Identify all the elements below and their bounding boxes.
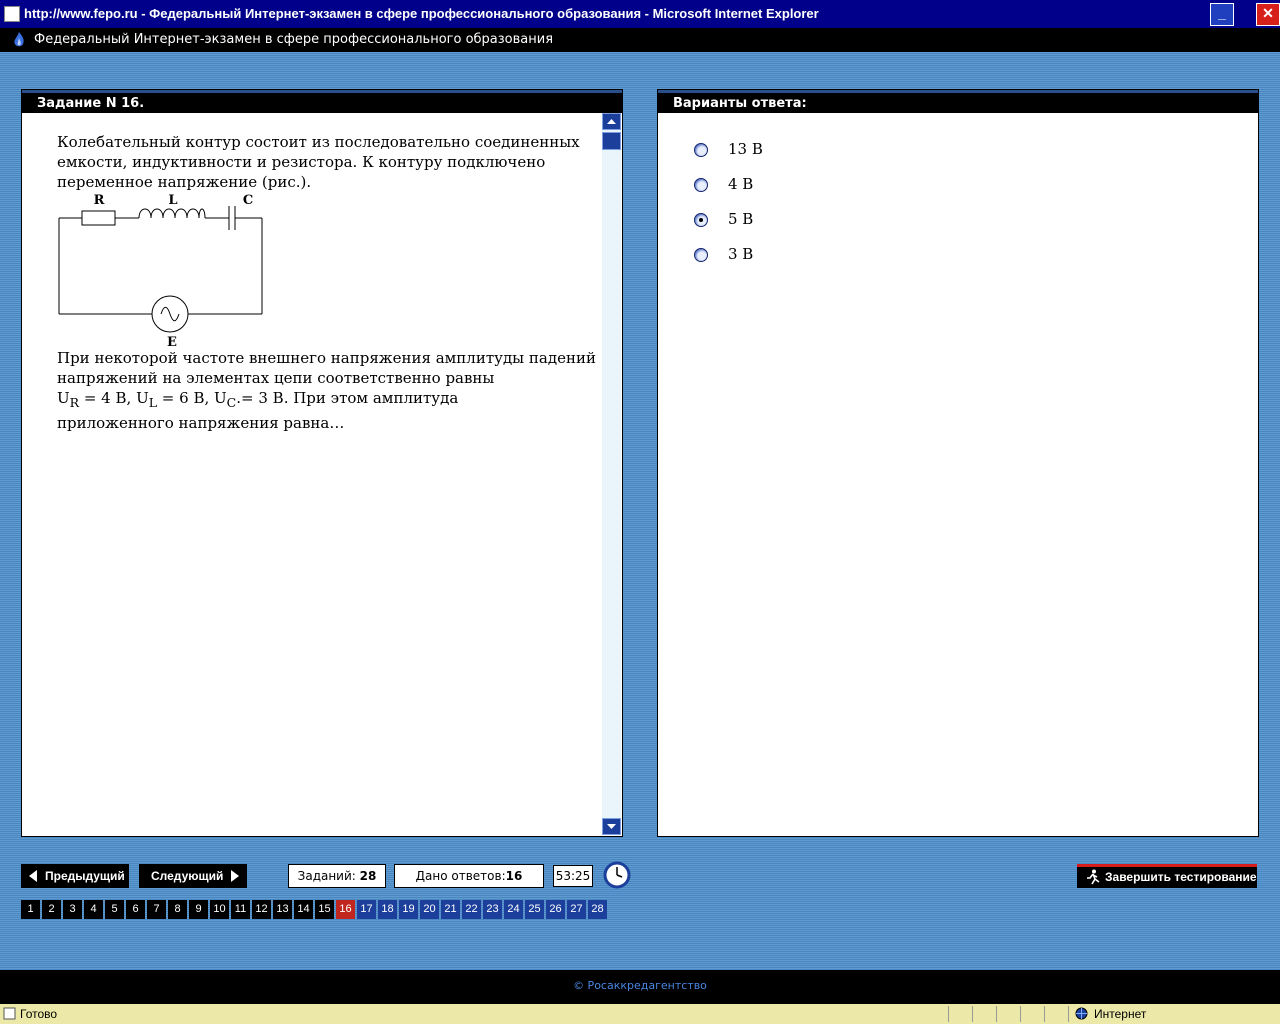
task-scrollbar[interactable] [602,113,621,835]
label-c: C [243,193,253,208]
app-header: Федеральный Интернет-экзамен в сфере про… [0,28,1280,52]
page-button-22[interactable]: 22 [462,900,481,919]
arrow-down-icon [607,824,616,829]
page-button-6[interactable]: 6 [126,900,145,919]
label-l: L [168,193,177,208]
finish-test-button[interactable]: Завершить тестирование [1077,864,1257,888]
page-button-17[interactable]: 17 [357,900,376,919]
globe-icon [1075,1007,1088,1020]
answers-header: Варианты ответа: [658,90,1258,113]
tasks-count: 28 [359,869,377,883]
page-button-25[interactable]: 25 [525,900,544,919]
status-divider [996,1006,997,1022]
main-area: Задание N 16. Колебательный контур состо… [0,52,1280,970]
footer: © Росаккредагентство [0,970,1280,1004]
flame-logo-icon [14,32,24,47]
status-divider [1044,1006,1045,1022]
sub-c: C [226,395,237,410]
ie-page-icon [4,6,20,22]
previous-label: Предыдущий [45,869,125,883]
next-label: Следующий [151,869,224,883]
page-button-10[interactable]: 10 [210,900,229,919]
task-body-line3: приложенного напряжения равна… [57,414,345,432]
page-button-24[interactable]: 24 [504,900,523,919]
page-button-14[interactable]: 14 [294,900,313,919]
next-button[interactable]: Следующий [139,864,247,888]
page-button-18[interactable]: 18 [378,900,397,919]
page-button-11[interactable]: 11 [231,900,250,919]
radio-button[interactable] [694,248,708,262]
page-button-15[interactable]: 15 [315,900,334,919]
answer-label: 5 В [728,210,754,228]
page-button-19[interactable]: 19 [399,900,418,919]
radio-button-selected[interactable] [694,213,708,227]
page-button-7[interactable]: 7 [147,900,166,919]
page-button-27[interactable]: 27 [567,900,586,919]
answered-counter: Дано ответов:16 [394,864,544,888]
page-button-20[interactable]: 20 [420,900,439,919]
answers-panel: Варианты ответа: 13 В 4 В 5 В 3 В [657,89,1259,837]
page-button-3[interactable]: 3 [63,900,82,919]
scroll-thumb[interactable] [602,132,621,150]
label-e: E [167,335,177,348]
page-button-23[interactable]: 23 [483,900,502,919]
close-button[interactable]: ✕ [1256,3,1280,26]
answer-label: 4 В [728,175,754,193]
page-button-13[interactable]: 13 [273,900,292,919]
page-button-8[interactable]: 8 [168,900,187,919]
scroll-up-button[interactable] [602,113,621,130]
task-pager: 1 2 3 4 5 6 7 8 9 10 11 12 13 14 15 16 17 18 19 20 21 22 23 24 2… [21,900,609,919]
arrow-up-icon [607,119,616,124]
finish-label: Завершить тестирование [1105,870,1257,884]
sub-l: L [148,395,158,410]
task-content: Колебательный контур состоит из последов… [57,132,597,433]
page-button-4[interactable]: 4 [84,900,103,919]
radio-button[interactable] [694,143,708,157]
circuit-diagram: R L C E [58,193,263,348]
page-button-9[interactable]: 9 [189,900,208,919]
scroll-down-button[interactable] [602,818,621,835]
answer-label: 3 В [728,245,754,263]
page-button-2[interactable]: 2 [42,900,61,919]
task-body-line1: При некоторой частоте внешнего напряжени… [57,349,596,387]
copyright-text: © Росаккредагентство [573,979,707,992]
sub-r: R [69,395,80,410]
window-title: http://www.fepo.ru - Федеральный Интерне… [24,6,819,21]
page-button-12[interactable]: 12 [252,900,271,919]
previous-button[interactable]: Предыдущий [21,864,129,888]
page-button-16[interactable]: 16 [336,900,355,919]
zone-text: Интернет [1094,1007,1147,1021]
tasks-counter: Заданий: 28 [288,864,386,888]
radio-button[interactable] [694,178,708,192]
answered-count: 16 [505,869,523,883]
clock-icon [603,861,631,889]
page-status-icon [3,1007,16,1020]
timer-display: 53:25 [553,865,593,887]
status-divider [1020,1006,1021,1022]
page-button-28[interactable]: 28 [588,900,607,919]
running-man-icon [1087,869,1100,885]
page-button-5[interactable]: 5 [105,900,124,919]
page-button-21[interactable]: 21 [441,900,460,919]
label-r: R [94,193,105,208]
task-panel: Задание N 16. Колебательный контур состо… [21,89,623,837]
app-title: Федеральный Интернет-экзамен в сфере про… [34,32,554,47]
window-titlebar: http://www.fepo.ru - Федеральный Интерне… [0,0,1280,28]
task-intro: Колебательный контур состоит из последов… [57,133,580,191]
arrow-left-icon [29,870,37,882]
answer-label: 13 В [728,140,763,158]
status-divider [948,1006,949,1022]
status-divider [1068,1006,1069,1022]
page-button-26[interactable]: 26 [546,900,565,919]
page-button-1[interactable]: 1 [21,900,40,919]
status-text: Готово [20,1007,58,1021]
minimize-button[interactable]: _ [1210,3,1234,26]
task-header: Задание N 16. [22,90,622,113]
task-body-line2: UR = 4 В, UL = 6 В, UC.= 3 В. При этом а… [57,389,459,410]
status-bar: Готово Интернет [0,1004,1280,1024]
arrow-right-icon [231,870,239,882]
status-divider [972,1006,973,1022]
